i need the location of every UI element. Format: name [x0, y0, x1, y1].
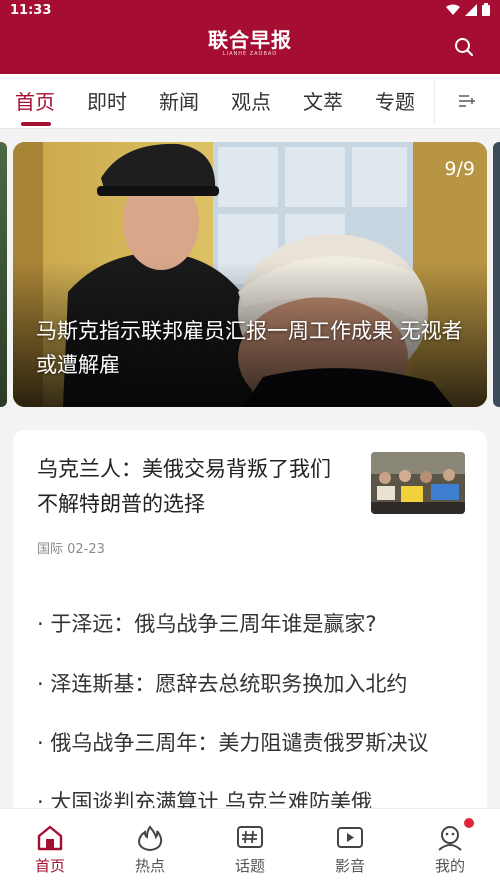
nav-media-label: 影音	[334, 857, 365, 875]
nav-hot-label: 热点	[134, 857, 165, 875]
related-article-3[interactable]: · 俄乌战争三周年：美力阻谴责俄罗斯决议	[37, 727, 467, 759]
carousel-headline[interactable]: 马斯克指示联邦雇员汇报一周工作成果 无视者或遭解雇	[36, 314, 476, 382]
related-article-2[interactable]: · 泽连斯基：愿辞去总统职务换加入北约	[37, 668, 467, 700]
category-tabs: 首页 即时 新闻 观点 文萃 专题	[0, 74, 500, 129]
nav-topics[interactable]: 话题	[220, 825, 280, 876]
lead-article-thumbnail[interactable]	[371, 452, 465, 514]
headline-carousel[interactable]: 9/9 马斯克指示联邦雇员汇报一周工作成果 无视者或遭解雇	[13, 142, 487, 407]
logo-text: 联合早报	[208, 28, 292, 52]
carousel-prev-peek[interactable]	[0, 142, 7, 407]
related-article-1[interactable]: · 于泽远：俄乌战争三周年谁是赢家?	[37, 608, 467, 640]
hashtag-icon	[237, 826, 263, 848]
battery-icon	[482, 3, 490, 16]
tab-news[interactable]: 新闻	[159, 88, 199, 116]
tab-divider	[434, 80, 435, 124]
nav-hot[interactable]: 热点	[120, 825, 180, 876]
tab-special[interactable]: 专题	[375, 88, 415, 116]
lead-article-meta: 国际 02-23	[37, 542, 105, 557]
search-icon[interactable]	[454, 37, 474, 57]
nav-profile[interactable]: 我的	[420, 825, 480, 876]
app-logo[interactable]: 联合早报 LIANHE ZAOBAO	[0, 30, 500, 57]
signal-icon	[465, 3, 477, 16]
tab-opinion[interactable]: 观点	[231, 88, 271, 116]
tab-instant[interactable]: 即时	[87, 88, 127, 116]
status-bar: 11:33	[0, 0, 500, 22]
tab-digest[interactable]: 文萃	[303, 88, 343, 116]
play-icon	[337, 827, 363, 848]
app-header: 11:33 联合早报 LIANHE ZAOBAO	[0, 0, 500, 74]
status-icons	[446, 3, 490, 16]
lead-article-title[interactable]: 乌克兰人：美俄交易背叛了我们 不解特朗普的选择	[37, 452, 357, 522]
carousel-next-peek[interactable]	[493, 142, 500, 407]
home-icon	[37, 825, 63, 851]
logo-subtext: LIANHE ZAOBAO	[222, 51, 278, 57]
nav-profile-label: 我的	[434, 857, 465, 875]
nav-home[interactable]: 首页	[20, 825, 80, 876]
nav-media[interactable]: 影音	[320, 825, 380, 876]
profile-icon	[438, 826, 462, 851]
wifi-icon	[446, 4, 460, 15]
status-time: 11:33	[10, 3, 52, 18]
flame-icon	[137, 825, 163, 851]
tab-home[interactable]: 首页	[15, 88, 55, 116]
active-tab-indicator	[21, 122, 51, 126]
bottom-navigation: 首页 热点 话题 影音 我的	[0, 808, 500, 888]
nav-home-label: 首页	[34, 857, 65, 875]
nav-topics-label: 话题	[234, 857, 265, 875]
carousel-counter: 9/9	[444, 158, 475, 180]
notification-badge	[464, 818, 474, 828]
channel-menu-icon[interactable]	[458, 93, 476, 109]
